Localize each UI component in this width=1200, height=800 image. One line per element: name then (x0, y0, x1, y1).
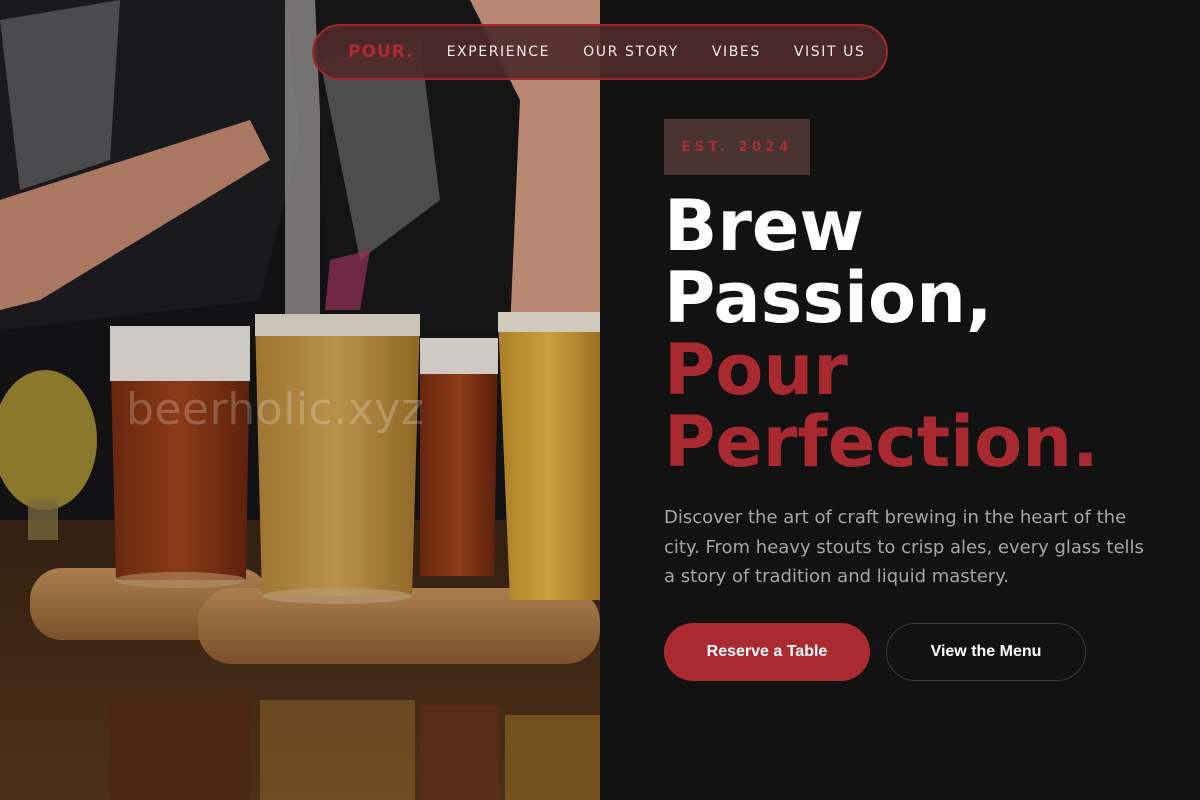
reserve-table-button[interactable]: Reserve a Table (664, 623, 870, 681)
headline-line-1: Brew (664, 185, 865, 267)
hero-description: Discover the art of craft brewing in the… (664, 507, 1144, 587)
established-badge: EST. 2024 (664, 119, 810, 175)
brand-logo[interactable]: POUR. (348, 42, 414, 62)
main-nav: POUR. EXPERIENCE OUR STORY VIBES VISIT U… (312, 24, 888, 80)
headline-line-4: Perfection. (664, 401, 1099, 483)
nav-link-experience[interactable]: EXPERIENCE (447, 44, 551, 60)
headline-line-3: Pour (664, 329, 848, 411)
nav-link-vibes[interactable]: VIBES (712, 44, 761, 60)
hero-photo: beerholic.xyz (0, 0, 600, 800)
headline-line-2: Passion, (664, 257, 993, 339)
hero-headline: Brew Passion, Pour Perfection. (664, 190, 1099, 478)
view-menu-button[interactable]: View the Menu (886, 623, 1086, 681)
watermark-text: beerholic.xyz (126, 384, 425, 435)
nav-link-visit-us[interactable]: VISIT US (794, 44, 866, 60)
nav-link-our-story[interactable]: OUR STORY (583, 44, 679, 60)
